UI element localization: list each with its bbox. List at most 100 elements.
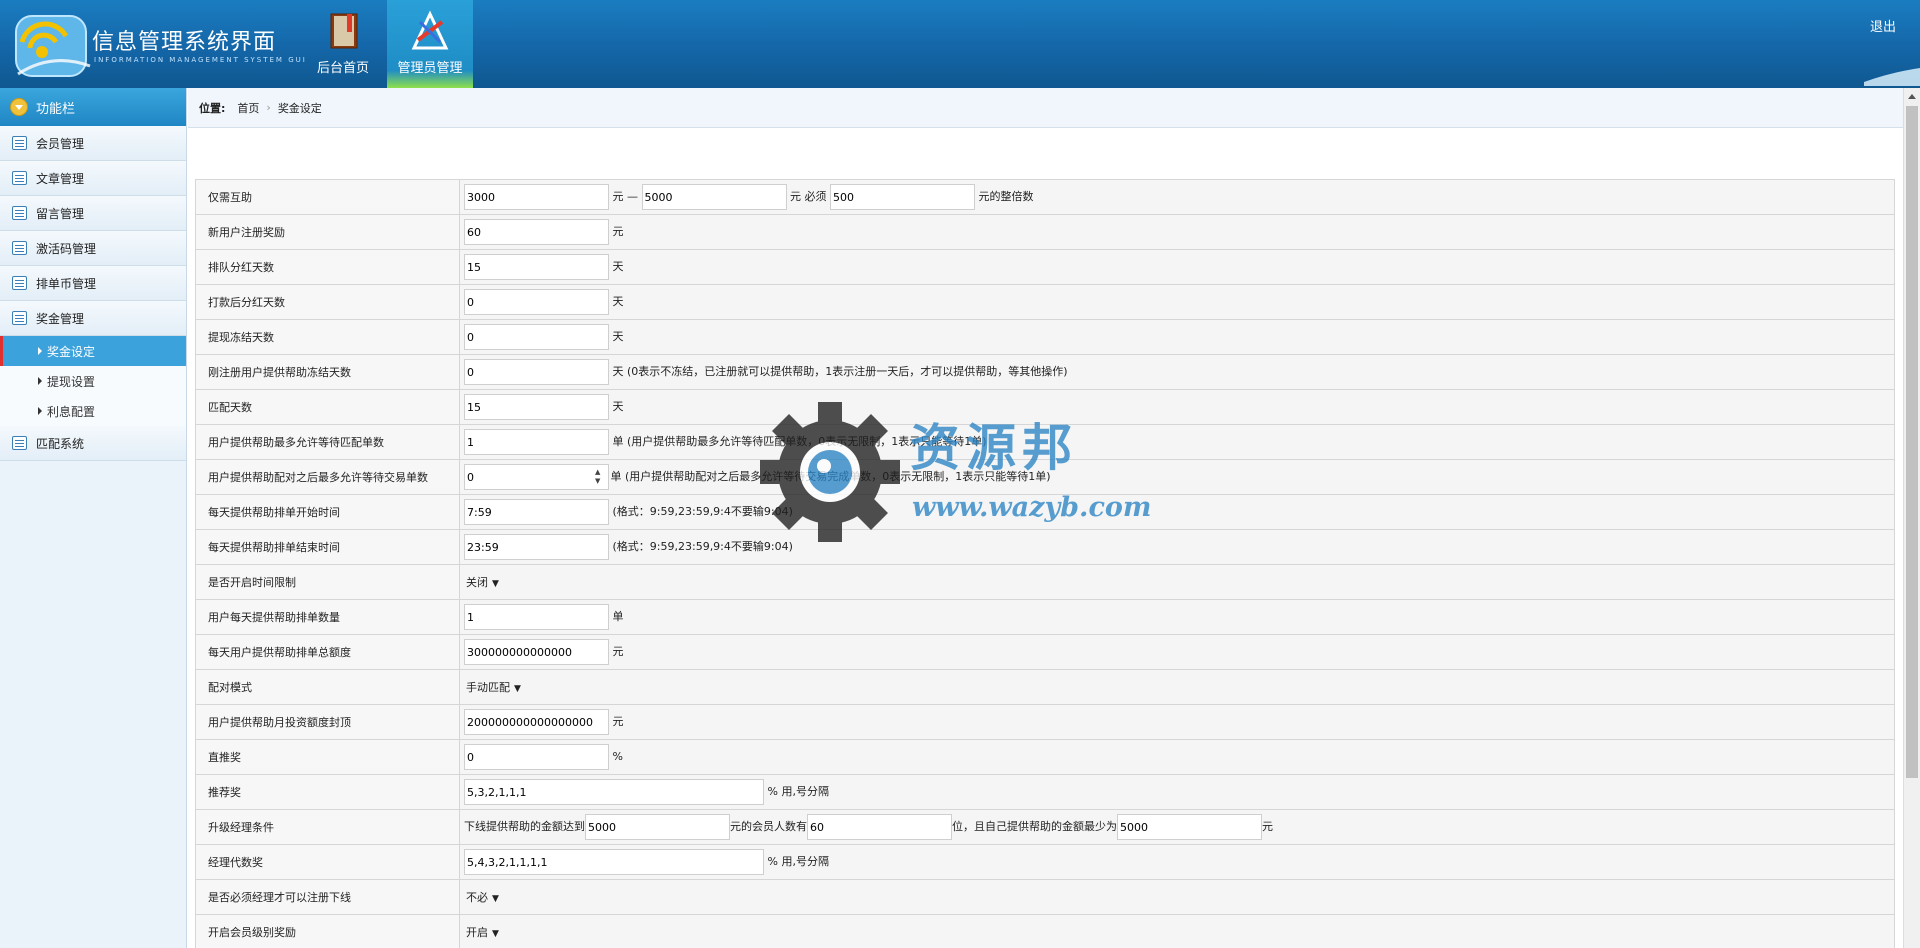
field-label: 提现冻结天数 — [195, 319, 460, 355]
monthly-cap-input[interactable] — [464, 709, 609, 735]
sidebar-item-members[interactable]: 会员管理 — [0, 126, 186, 161]
field-label: 每天提供帮助排单结束时间 — [195, 529, 460, 565]
member-count-input[interactable] — [807, 814, 952, 840]
mutual-aid-max-input[interactable] — [641, 184, 787, 210]
unit-text: % 用,号分隔 — [767, 855, 829, 868]
member-level-bonus-select[interactable]: 开启 ▼ — [464, 921, 501, 943]
queue-dividend-days-input[interactable] — [464, 254, 609, 280]
scroll-up-icon[interactable] — [1908, 94, 1916, 99]
field-label: 匹配天数 — [195, 389, 460, 425]
edit-icon — [12, 171, 27, 185]
form-row: 每天提供帮助排单开始时间 (格式：9:59,23:59,9:4不要输9:04) — [195, 494, 1895, 530]
form-row: 仅需互助 元 — 元 必须 元的整倍数 — [195, 179, 1895, 215]
logout-link[interactable]: 退出 — [1870, 16, 1896, 35]
manager-generation-bonus-input[interactable] — [464, 849, 764, 875]
sidebar-item-label: 激活码管理 — [36, 241, 97, 256]
field-value: 天 — [459, 319, 1895, 355]
list-icon — [12, 136, 27, 150]
sidebar-item-label: 匹配系统 — [36, 436, 85, 451]
field-label: 每天用户提供帮助排单总额度 — [195, 634, 460, 670]
unit-text: 单 — [610, 470, 622, 483]
collapse-icon — [10, 98, 28, 116]
field-value: 天 — [459, 249, 1895, 285]
new-user-freeze-days-input[interactable] — [464, 359, 609, 385]
breadcrumb-home[interactable]: 首页 — [237, 100, 259, 116]
unit-text: % — [612, 750, 623, 763]
sidebar-item-bonus[interactable]: 奖金管理 — [0, 301, 186, 336]
dropdown-arrow-icon: ▼ — [514, 684, 521, 694]
sidebar-subitem-label: 奖金设定 — [47, 344, 96, 359]
withdraw-freeze-days-input[interactable] — [464, 324, 609, 350]
scrollbar-thumb[interactable] — [1906, 106, 1918, 778]
sidebar-item-activation-codes[interactable]: 激活码管理 — [0, 231, 186, 266]
order-end-time-input[interactable] — [464, 534, 609, 560]
condition-text: 元的会员人数有 — [730, 820, 807, 833]
sidebar-subitem-interest-config[interactable]: 利息配置 — [0, 396, 186, 426]
hint-text: (用户提供帮助最多允许等待匹配单数，0表示无限制，1表示只能等待1单) — [627, 435, 987, 448]
field-value: 开启 ▼ — [459, 914, 1895, 948]
match-mode-select[interactable]: 手动匹配 ▼ — [464, 676, 523, 698]
caret-right-icon — [38, 377, 42, 385]
vertical-scrollbar[interactable] — [1903, 88, 1920, 948]
manager-required-select[interactable]: 不必 ▼ — [464, 886, 501, 908]
unit-text: 元 — [612, 225, 624, 238]
field-label: 直推奖 — [195, 739, 460, 775]
direct-referral-bonus-input[interactable] — [464, 744, 609, 770]
self-amount-input[interactable] — [1117, 814, 1262, 840]
daily-order-count-input[interactable] — [464, 604, 609, 630]
field-value: % — [459, 739, 1895, 775]
sidebar-subitem-withdraw-settings[interactable]: 提现设置 — [0, 366, 186, 396]
sidebar-item-order-coins[interactable]: 排单币管理 — [0, 266, 186, 301]
unit-text: 元 — — [612, 190, 639, 203]
form-row: 每天用户提供帮助排单总额度 元 — [195, 634, 1895, 670]
form-row: 直推奖 % — [195, 739, 1895, 775]
field-value: 元 — 元 必须 元的整倍数 — [459, 179, 1895, 215]
unit-text: % 用,号分隔 — [767, 785, 829, 798]
field-label: 升级经理条件 — [195, 809, 460, 845]
condition-text: 下线提供帮助的金额达到 — [464, 820, 585, 833]
match-days-input[interactable] — [464, 394, 609, 420]
field-value: 关闭 ▼ — [459, 564, 1895, 600]
field-label: 开启会员级别奖励 — [195, 914, 460, 948]
new-user-reward-input[interactable] — [464, 219, 609, 245]
unit-text: 元 — [612, 715, 624, 728]
mutual-aid-min-input[interactable] — [464, 184, 609, 210]
field-value: 不必 ▼ — [459, 879, 1895, 915]
sidebar-item-messages[interactable]: 留言管理 — [0, 196, 186, 231]
form-row: 刚注册用户提供帮助冻结天数 天 (0表示不冻结，已注册就可以提供帮助，1表示注册… — [195, 354, 1895, 390]
nav-admin[interactable]: 管理员管理 — [387, 0, 473, 88]
sidebar-subitem-bonus-settings[interactable]: 奖金设定 — [0, 336, 186, 366]
field-value: (格式：9:59,23:59,9:4不要输9:04) — [459, 494, 1895, 530]
form-row: 经理代数奖 % 用,号分隔 — [195, 844, 1895, 880]
sidebar-item-matching[interactable]: 匹配系统 — [0, 426, 186, 461]
form-row: 是否必须经理才可以注册下线 不必 ▼ — [195, 879, 1895, 915]
max-waiting-trade-input[interactable] — [464, 464, 609, 490]
hint-text: (用户提供帮助配对之后最多允许等待交易完成单数，0表示无限制，1表示只能等待1单… — [625, 470, 1051, 483]
downline-amount-input[interactable] — [585, 814, 730, 840]
form-row: 升级经理条件 下线提供帮助的金额达到 元的会员人数有 位，且自己提供帮助的金额最少为… — [195, 809, 1895, 845]
sidebar-item-articles[interactable]: 文章管理 — [0, 161, 186, 196]
field-label: 是否开启时间限制 — [195, 564, 460, 600]
field-value: 天 (0表示不冻结，已注册就可以提供帮助，1表示注册一天后，才可以提供帮助，等其… — [459, 354, 1895, 390]
form-row: 排队分红天数 天 — [195, 249, 1895, 285]
form-row: 用户提供帮助最多允许等待匹配单数 单 (用户提供帮助最多允许等待匹配单数，0表示… — [195, 424, 1895, 460]
sidebar-title: 功能栏 — [36, 101, 76, 117]
max-waiting-match-input[interactable] — [464, 429, 609, 455]
time-limit-select[interactable]: 关闭 ▼ — [464, 571, 501, 593]
unit-text: 元 — [612, 645, 624, 658]
nav-home[interactable]: 后台首页 — [308, 0, 378, 88]
referral-bonus-input[interactable] — [464, 779, 764, 805]
field-label: 排队分红天数 — [195, 249, 460, 285]
mutual-aid-multiple-input[interactable] — [830, 184, 975, 210]
hint-text: (0表示不冻结，已注册就可以提供帮助，1表示注册一天后，才可以提供帮助，等其他操… — [627, 365, 1068, 378]
sidebar-item-label: 留言管理 — [36, 206, 85, 221]
field-label: 新用户注册奖励 — [195, 214, 460, 250]
unit-text: 元 必须 — [790, 190, 827, 203]
daily-order-total-input[interactable] — [464, 639, 609, 665]
number-stepper-icon[interactable]: ▲ ▼ — [595, 468, 607, 486]
sidebar-header[interactable]: 功能栏 — [0, 88, 186, 126]
order-start-time-input[interactable] — [464, 499, 609, 525]
post-payment-dividend-days-input[interactable] — [464, 289, 609, 315]
field-value: 天 — [459, 389, 1895, 425]
dropdown-arrow-icon: ▼ — [492, 894, 499, 904]
